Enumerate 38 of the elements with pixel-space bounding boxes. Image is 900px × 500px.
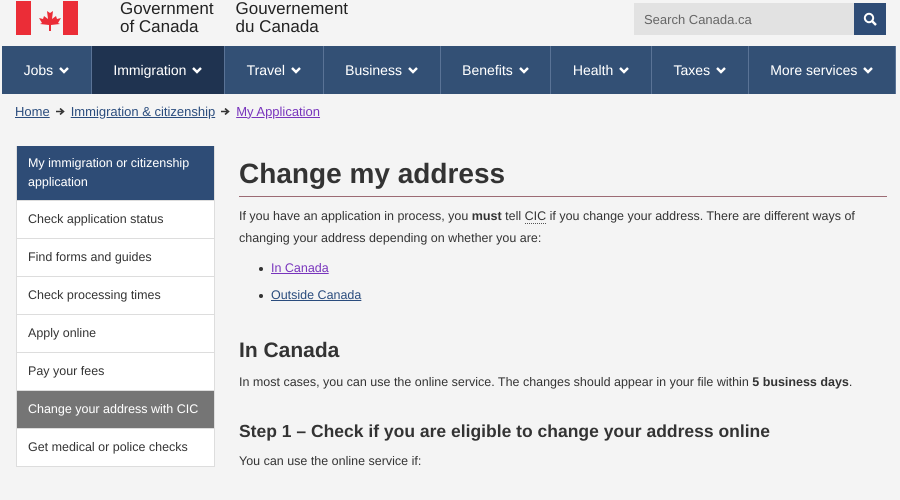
search-icon [863,12,877,26]
step-paragraph: You can use the online service if: [239,453,422,470]
chevron-down-icon [518,66,529,74]
chevron-down-icon [716,66,726,74]
search-field[interactable]: Search Canada.ca [634,3,854,35]
chevron-down-icon [863,66,874,74]
nav-tab[interactable]: Immigration [92,46,226,94]
sidebar-heading[interactable]: My immigration or citizenship application [16,146,215,201]
sidebar-item[interactable]: Check processing times [16,277,215,315]
bullet-icon [259,266,263,270]
chevron-down-icon [59,66,70,74]
step-heading: Step 1 – Check if you are eligible to change your address online [239,421,771,442]
chevron-down-icon [291,66,301,74]
chevron-down-icon [619,66,630,74]
sidebar-item[interactable]: Check application status [16,201,215,239]
breadcrumb-link[interactable]: Immigration & citizenship [70,104,216,118]
search-button[interactable] [854,3,886,35]
anchor-link[interactable]: Outside Canada [271,282,362,309]
bullet-icon [259,294,263,298]
intro-paragraph: If you have an application in process, you must tell CIC if you change your address. There are different ways of changing your address depending on whether you are: [239,208,856,247]
sidebar-item[interactable]: Change your address with CIC [16,391,215,429]
section-paragraph: In most cases, you can use the online service. The changes should appear in your file within 5 business days. [239,374,854,391]
section-heading: In Canada [239,339,340,363]
arrow-icon [56,108,65,114]
arrow-icon [221,108,230,114]
page-title: Change my address [239,158,887,197]
flag-icon [16,1,78,35]
government-signature: Government of Canada [120,0,214,36]
sidebar-item[interactable]: Get medical or police checks [16,429,215,467]
sidebar-item[interactable]: Pay your fees [16,353,215,391]
government-signature-french: Gouvernement du Canada [236,0,348,36]
breadcrumb-link[interactable]: Home [15,104,50,118]
anchor-link[interactable]: In Canada [271,255,329,282]
breadcrumb-link[interactable]: My Application [236,104,320,118]
sidebar-item[interactable]: Find forms and guides [16,239,215,277]
chevron-down-icon [408,66,418,74]
sidebar-item[interactable]: Apply online [16,315,215,353]
chevron-down-icon [192,66,202,74]
